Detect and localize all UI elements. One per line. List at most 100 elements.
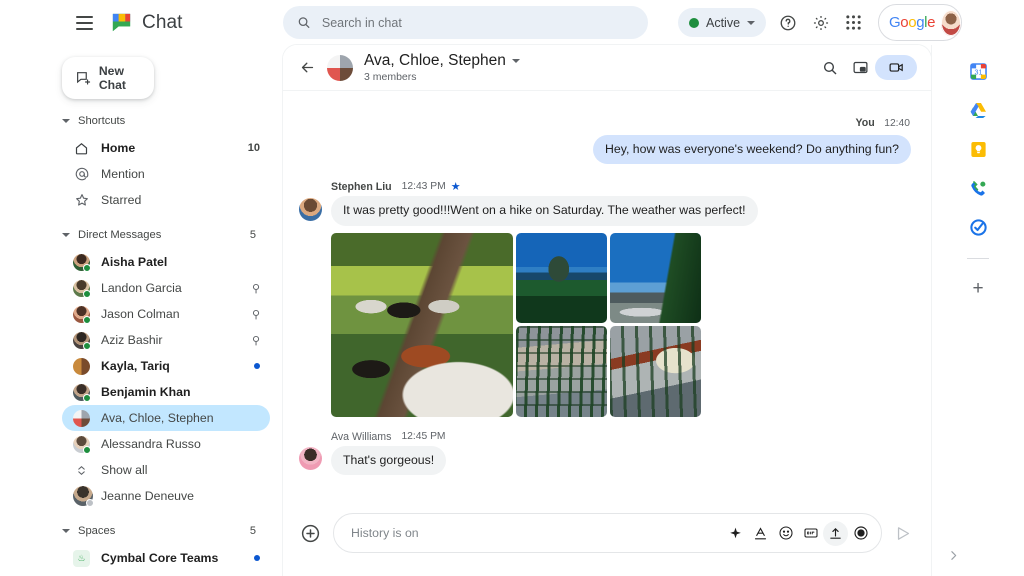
sidebar-item-aziz-bashir[interactable]: Aziz Bashir ⚲ xyxy=(62,327,270,353)
search-bar[interactable] xyxy=(283,6,648,39)
sidebar: New Chat Shortcuts Home 10 Mention Starr… xyxy=(0,45,283,576)
status-chip[interactable]: Active xyxy=(678,8,767,37)
video-call-icon[interactable] xyxy=(875,55,917,80)
chevron-down-icon xyxy=(511,59,520,63)
app-title: Chat xyxy=(142,11,183,33)
sidebar-item-show-all-dms[interactable]: Show all xyxy=(62,457,270,483)
message-bubble[interactable]: That's gorgeous! xyxy=(331,445,447,476)
expand-icon xyxy=(73,464,90,477)
google-voice-icon[interactable] xyxy=(968,178,989,199)
attachment-pine-valley[interactable] xyxy=(516,326,607,417)
gif-icon[interactable] xyxy=(798,521,823,546)
message-body: Stephen Liu 12:43 PM ★ It was pretty goo… xyxy=(331,180,758,417)
sidebar-item-benjamin-khan[interactable]: Benjamin Khan xyxy=(62,379,270,405)
avatar xyxy=(73,305,91,324)
section-count: 5 xyxy=(249,525,256,537)
avatar xyxy=(299,198,322,222)
unread-dot-icon xyxy=(254,363,260,369)
message-incoming: Ava Williams 12:45 PM That's gorgeous! xyxy=(299,431,911,476)
image-attachment-grid xyxy=(331,232,701,417)
member-count: 3 members xyxy=(364,71,417,83)
sidebar-item-label: Ava, Chloe, Stephen xyxy=(101,411,214,425)
message-bubble[interactable]: Hey, how was everyone's weekend? Do anyt… xyxy=(592,135,911,165)
mention-icon xyxy=(73,166,90,182)
sidebar-item-label: Cymbal Core Teams xyxy=(101,551,219,565)
message-sender: You xyxy=(855,117,875,129)
sidebar-item-badge: 10 xyxy=(247,142,260,154)
send-icon[interactable] xyxy=(889,519,917,547)
sidebar-item-label: Mention xyxy=(101,167,145,181)
side-apps-rail: 31 + xyxy=(931,45,1024,576)
attachment-cows-under-tree[interactable] xyxy=(331,232,513,417)
compose-box[interactable] xyxy=(333,513,882,553)
starred-icon[interactable]: ★ xyxy=(451,180,461,193)
sidebar-item-home[interactable]: Home 10 xyxy=(62,135,270,161)
svg-text:31: 31 xyxy=(974,69,982,77)
gemini-sparkle-icon[interactable] xyxy=(723,521,748,546)
conversation-search-icon[interactable] xyxy=(815,53,845,83)
emoji-icon[interactable] xyxy=(773,521,798,546)
pin-icon: ⚲ xyxy=(251,334,260,347)
gear-icon[interactable] xyxy=(806,8,835,37)
group-avatar[interactable] xyxy=(327,54,353,81)
sidebar-item-cloud-announcements[interactable]: ☊ Cloud Announcements ⚲ xyxy=(62,571,270,576)
sidebar-item-label: Aisha Patel xyxy=(101,255,168,269)
sidebar-item-alessandra-russo[interactable]: Alessandra Russo xyxy=(62,431,270,457)
conversation-title-row[interactable]: Ava, Chloe, Stephen xyxy=(364,52,520,70)
new-chat-icon xyxy=(77,72,91,85)
message-list: You 12:40 Hey, how was everyone's weeken… xyxy=(283,91,931,504)
upload-icon[interactable] xyxy=(823,520,848,546)
sidebar-item-aisha-patel[interactable]: Aisha Patel xyxy=(62,249,270,275)
message-input[interactable] xyxy=(351,526,723,540)
sidebar-item-landon-garcia[interactable]: Landon Garcia ⚲ xyxy=(62,275,270,301)
sidebar-item-ava-chloe-stephen[interactable]: Ava, Chloe, Stephen xyxy=(62,405,270,431)
sidebar-item-jeanne-deneuve[interactable]: Jeanne Deneuve xyxy=(62,483,270,509)
sidebar-item-label: Starred xyxy=(101,193,142,207)
google-tasks-icon[interactable] xyxy=(968,217,989,238)
sidebar-item-mention[interactable]: Mention xyxy=(62,161,270,187)
message-bubble[interactable]: It was pretty good!!!Went on a hike on S… xyxy=(331,196,758,226)
new-chat-button[interactable]: New Chat xyxy=(62,57,154,99)
attachment-island-bay[interactable] xyxy=(516,232,607,324)
sidebar-item-kayla-tariq[interactable]: Kayla, Tariq xyxy=(62,353,270,379)
hamburger-menu-icon[interactable] xyxy=(66,5,102,41)
picture-in-picture-icon[interactable] xyxy=(845,53,875,83)
record-icon[interactable] xyxy=(848,521,873,546)
search-input[interactable] xyxy=(321,15,634,30)
attachment-coastal-road[interactable] xyxy=(610,232,701,324)
sidebar-item-label: Benjamin Khan xyxy=(101,385,191,399)
conversation-panel: Ava, Chloe, Stephen 3 members You 12:40 … xyxy=(283,45,931,576)
sidebar-item-label: Jeanne Deneuve xyxy=(101,489,194,503)
sidebar-item-starred[interactable]: Starred xyxy=(62,187,270,213)
google-chat-logo xyxy=(112,13,131,32)
sidebar-item-cymbal-core-teams[interactable]: ♨ Cymbal Core Teams xyxy=(62,545,270,571)
help-circle-icon[interactable] xyxy=(773,8,802,37)
chevron-down-icon xyxy=(747,20,756,25)
google-drive-icon[interactable] xyxy=(968,100,989,121)
brand: Chat xyxy=(110,11,183,34)
google-account-button[interactable]: Google xyxy=(878,4,962,41)
pin-icon: ⚲ xyxy=(251,308,260,321)
back-arrow-icon[interactable] xyxy=(293,54,321,82)
google-wordmark: Google xyxy=(889,14,936,31)
rail-divider xyxy=(967,258,989,259)
section-header-shortcuts[interactable]: Shortcuts xyxy=(62,110,260,132)
sidebar-item-label: Jason Colman xyxy=(101,307,180,321)
google-calendar-icon[interactable]: 31 xyxy=(968,61,989,82)
google-chat-window: Chat Active xyxy=(0,0,1024,576)
section-header-direct-messages[interactable]: Direct Messages 5 xyxy=(62,224,260,246)
pin-icon: ⚲ xyxy=(251,282,260,295)
add-attachment-icon[interactable] xyxy=(297,520,323,546)
sidebar-item-jason-colman[interactable]: Jason Colman ⚲ xyxy=(62,301,270,327)
account-avatar[interactable] xyxy=(941,9,961,36)
section-header-spaces[interactable]: Spaces 5 xyxy=(62,520,260,542)
grid-apps-icon[interactable] xyxy=(839,8,868,37)
text-format-icon[interactable] xyxy=(748,521,773,546)
attachment-volcanic-ridge[interactable] xyxy=(610,326,701,417)
add-app-icon[interactable]: + xyxy=(972,279,983,298)
message-meta: Ava Williams 12:45 PM xyxy=(331,431,446,443)
chevron-right-icon[interactable] xyxy=(943,545,963,565)
google-keep-icon[interactable] xyxy=(968,139,989,160)
attachment-right-column xyxy=(516,232,701,417)
avatar xyxy=(73,253,91,272)
